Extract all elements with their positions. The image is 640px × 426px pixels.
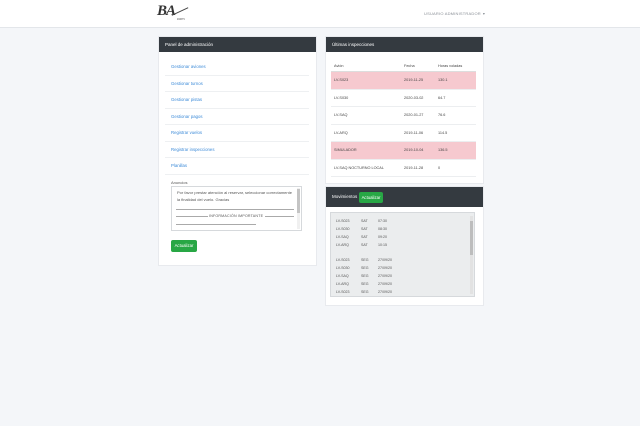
log-entry: LV-ARQ [336, 282, 349, 286]
menu-item-gestionar-aviones[interactable]: Gestionar aviones [165, 59, 309, 76]
log-entry-type: SAT [361, 219, 368, 223]
logo-subtext: com [177, 16, 185, 21]
cell-fecha: 2019-11-25 [404, 78, 424, 82]
log-entry-type: SEG [361, 290, 369, 294]
log-entry-type: SAT [361, 243, 368, 247]
cell-fecha: 2019-11-28 [404, 165, 424, 170]
admin-panel-title: Panel de administración [159, 37, 316, 52]
log-entry: LV-S023 [336, 258, 350, 262]
log-entry: LV-SAQ [336, 235, 349, 239]
movements-panel-header: Movimientos Actualizar [326, 187, 483, 207]
log-entry-type: SEG [361, 266, 369, 270]
col-header-horas: Horas voladas [438, 64, 463, 68]
cell-fecha: 2020-03-02 [404, 95, 424, 100]
cell-avion: SIMULADOR [334, 148, 357, 152]
log-entry-type: SEG [361, 258, 369, 262]
log-entry: LV-S030 [336, 227, 350, 231]
table-row: SIMULADOR 2019-10-04 136.5 [331, 142, 476, 160]
col-header-avion: Avión [334, 64, 344, 68]
divider-line [176, 224, 256, 225]
log-entry: LV-S030 [336, 266, 350, 270]
table-row: LV-S030 2020-03-02 64.7 [331, 90, 476, 107]
log-entry: LV-SAQ [336, 274, 349, 278]
log-entry-time: 27/09/20 [378, 290, 392, 294]
important-info-text: INFORMACIÓN IMPORTANTE [209, 214, 264, 218]
cell-horas: 130.1 [438, 78, 448, 82]
log-entry: LV-S023 [336, 290, 350, 294]
log-entry-type: SAT [361, 235, 368, 239]
table-row: LV-SAQ 2020-01-27 76.6 [331, 107, 476, 125]
log-entry-time: 27/09/20 [378, 266, 392, 270]
log-scroll-thumb[interactable] [470, 221, 473, 255]
log-entry-time: 09:20 [378, 235, 387, 239]
menu-item-gestionar-turnos[interactable]: Gestionar turnos [165, 76, 309, 92]
cell-avion: LV-S030 [334, 95, 349, 100]
site-logo[interactable]: BA com [157, 3, 191, 23]
log-entry-type: SAT [361, 227, 368, 231]
cell-horas: 136.5 [438, 148, 448, 152]
textarea-scroll-thumb[interactable] [297, 189, 300, 213]
announcements-label: Anuncios [171, 180, 188, 185]
admin-menu: Gestionar aviones Gestionar turnos Gesti… [165, 59, 309, 175]
menu-item-registrar-inspecciones[interactable]: Registrar inspecciones [165, 142, 309, 158]
table-row: LV-S023 2019-11-25 130.1 [331, 72, 476, 90]
cell-horas: 64.7 [438, 95, 446, 100]
divider-line [265, 216, 294, 217]
cell-horas: 0 [438, 165, 441, 170]
log-entry-time: 27/09/20 [378, 282, 392, 286]
movements-log[interactable]: LV-S023 SAT 07:30 LV-S030 SAT 08:30 LV-S… [330, 212, 475, 297]
log-entry-type: SEG [361, 282, 369, 286]
log-entry-time: 07:30 [378, 219, 387, 223]
log-entry-time: 08:30 [378, 227, 387, 231]
menu-item-registrar-vuelos[interactable]: Registrar vuelos [165, 125, 309, 142]
menu-item-gestionar-pagos[interactable]: Gestionar pagos [165, 109, 309, 125]
movements-panel-title: Movimientos [332, 194, 358, 199]
announcements-text: Por favor prestar atención al reservar, … [177, 190, 292, 202]
inspections-panel-title: Últimas inspecciones [326, 37, 483, 52]
cell-horas: 76.6 [438, 113, 446, 117]
menu-item-gestionar-pistas[interactable]: Gestionar pistas [165, 92, 309, 109]
caret-down-icon: ▾ [482, 11, 486, 16]
cell-avion: LV-ARQ [334, 130, 348, 135]
log-entry-type: SEG [361, 274, 369, 278]
col-header-fecha: Fecha [404, 64, 415, 68]
inspections-table: Avión Fecha Horas voladas LV-S023 2019-1… [331, 62, 476, 177]
table-row: LV-SAQ NOCTURNO LOCAL 2019-11-28 0 [331, 160, 476, 177]
divider-line [176, 209, 294, 210]
log-entry-time: 27/09/20 [378, 258, 392, 262]
log-entry: LV-ARQ [336, 243, 349, 247]
logo-text: BA [157, 3, 176, 19]
log-entry-time: 27/09/20 [378, 274, 392, 278]
top-navbar: BA com USUARIO ADMINISTRADOR ▾ [0, 0, 640, 28]
divider-line [176, 216, 208, 217]
log-entry: LV-S023 [336, 219, 350, 223]
update-announcements-button[interactable]: Actualizar [171, 240, 197, 252]
log-entry-time: 10:15 [378, 243, 387, 247]
cell-fecha: 2020-01-27 [404, 113, 424, 117]
cell-horas: 114.5 [438, 130, 448, 135]
cell-avion: LV-SAQ NOCTURNO LOCAL [334, 165, 384, 170]
user-menu-label: USUARIO ADMINISTRADOR [424, 11, 481, 16]
table-row: LV-ARQ 2019-11-06 114.5 [331, 125, 476, 142]
user-menu-dropdown[interactable]: USUARIO ADMINISTRADOR ▾ [424, 11, 485, 16]
cell-avion: LV-S023 [334, 78, 349, 82]
cell-fecha: 2019-10-04 [404, 148, 424, 152]
cell-fecha: 2019-11-06 [404, 130, 424, 135]
table-header-row: Avión Fecha Horas voladas [331, 62, 476, 72]
update-movements-button[interactable]: Actualizar [359, 192, 383, 203]
cell-avion: LV-SAQ [334, 113, 348, 117]
menu-item-planillas[interactable]: Planillas [165, 158, 309, 175]
